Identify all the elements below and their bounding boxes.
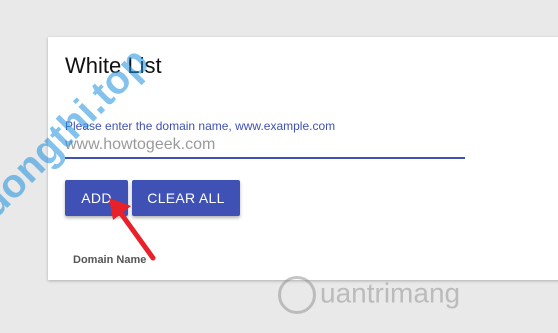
page-title: White List <box>65 53 162 78</box>
watermark-logo-right: uantrimang <box>278 276 460 314</box>
domain-field-label: Please enter the domain name, www.exampl… <box>65 119 336 133</box>
watermark-circle-icon <box>278 276 316 314</box>
red-arrow-annotation-icon <box>109 198 156 261</box>
domain-input[interactable] <box>65 133 465 159</box>
